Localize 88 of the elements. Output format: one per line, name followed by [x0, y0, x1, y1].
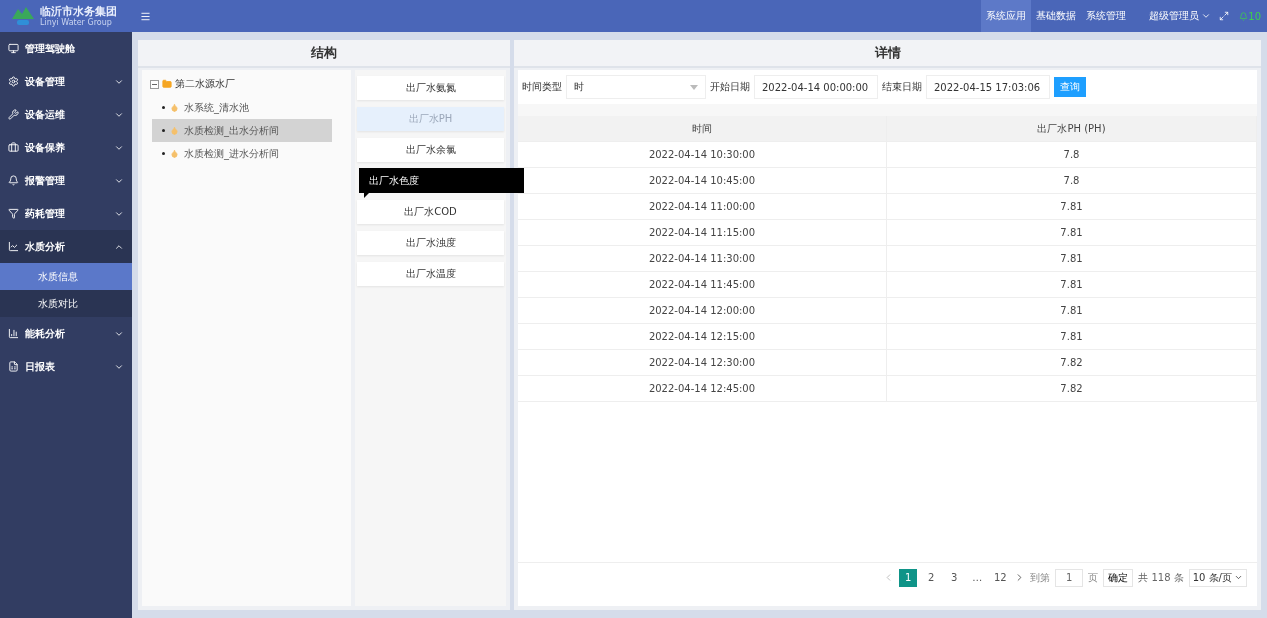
- nav-tab[interactable]: 基础数据: [1031, 0, 1082, 32]
- table-cell: 2022-04-14 12:30:00: [518, 350, 887, 375]
- user-menu[interactable]: 超级管理员: [1149, 9, 1212, 23]
- fullscreen-icon[interactable]: [1219, 11, 1230, 21]
- bar-chart-icon: [8, 328, 19, 339]
- time-type-select[interactable]: 时: [566, 75, 706, 99]
- table-cell: 2022-04-14 11:15:00: [518, 220, 887, 245]
- tree-item[interactable]: 水系统_清水池: [152, 96, 332, 119]
- gear-icon: [8, 76, 19, 87]
- table-cell: 2022-04-14 11:00:00: [518, 194, 887, 219]
- page-button[interactable]: 1: [899, 568, 918, 587]
- nav-tab[interactable]: 系统应用: [981, 0, 1032, 32]
- bell-icon: [8, 175, 19, 186]
- table-cell: 2022-04-14 12:00:00: [518, 298, 887, 323]
- collapse-icon[interactable]: [150, 79, 159, 89]
- page-button[interactable]: 3: [945, 568, 964, 587]
- sidebar-item[interactable]: 报警管理: [0, 164, 132, 197]
- sidebar-item[interactable]: 设备管理: [0, 65, 132, 98]
- page-unit: 页: [1088, 570, 1099, 585]
- tree-item[interactable]: 水质检测_进水分析间: [152, 142, 332, 165]
- column-header: 出厂水PH (PH): [887, 116, 1257, 141]
- sidebar-subitem[interactable]: 水质信息: [0, 263, 132, 290]
- page-button[interactable]: 2: [922, 568, 941, 587]
- table-cell: 7.82: [887, 376, 1257, 401]
- column-header: 时间: [518, 116, 887, 141]
- metric-button[interactable]: 出厂水氨氮: [357, 76, 504, 100]
- table-cell: 7.8: [887, 142, 1257, 167]
- logo-icon: [10, 5, 36, 27]
- total-count: 共 118 条: [1138, 570, 1184, 585]
- field-label: 结束日期: [882, 80, 922, 94]
- sidebar-item[interactable]: 设备保养: [0, 131, 132, 164]
- table-cell: 7.81: [887, 194, 1257, 219]
- tree-item[interactable]: 水质检测_出水分析间: [152, 119, 332, 142]
- table-cell: 7.8: [887, 168, 1257, 193]
- panel-title: 详情: [514, 40, 1261, 68]
- table-cell: 7.81: [887, 298, 1257, 323]
- panel-title: 结构: [138, 40, 510, 68]
- line-chart-icon: [8, 241, 19, 252]
- confirm-button[interactable]: 确定: [1103, 568, 1134, 587]
- table-cell: 7.81: [887, 272, 1257, 297]
- field-label: 开始日期: [710, 80, 750, 94]
- tree-node[interactable]: 第二水源水厂: [175, 77, 235, 91]
- table-cell: 7.81: [887, 246, 1257, 271]
- page-button[interactable]: 12: [991, 568, 1010, 587]
- menu-icon[interactable]: [140, 10, 151, 22]
- droplet-icon: [170, 149, 179, 158]
- briefcase-icon: [8, 142, 19, 153]
- droplet-icon: [170, 126, 179, 135]
- table-cell: 2022-04-14 12:15:00: [518, 324, 887, 349]
- start-date-field[interactable]: 2022-04-14 00:00:00: [754, 75, 878, 99]
- metric-button[interactable]: 出厂水余氯: [357, 138, 504, 162]
- table-cell: 2022-04-14 11:30:00: [518, 246, 887, 271]
- droplet-icon: [170, 103, 179, 112]
- page-input[interactable]: 1: [1055, 568, 1084, 587]
- caret-icon: [690, 84, 698, 90]
- end-date-field[interactable]: 2022-04-15 17:03:06: [926, 75, 1050, 99]
- field-label: 时间类型: [522, 80, 562, 94]
- table-cell: 2022-04-14 11:45:00: [518, 272, 887, 297]
- table-cell: 7.81: [887, 324, 1257, 349]
- page-button[interactable]: …: [968, 568, 987, 587]
- sidebar-item[interactable]: 管理驾驶舱: [0, 32, 132, 65]
- caret-icon: [1201, 11, 1212, 21]
- table-cell: 2022-04-14 10:30:00: [518, 142, 887, 167]
- goto-label: 到第: [1030, 570, 1051, 585]
- filter-icon: [8, 208, 19, 219]
- metric-button[interactable]: 出厂水温度: [357, 262, 504, 286]
- sidebar-item[interactable]: 水质分析: [0, 230, 132, 263]
- bell-icon: [1239, 11, 1249, 21]
- table-cell: 7.82: [887, 350, 1257, 375]
- monitor-icon: [8, 43, 19, 54]
- page-size-select[interactable]: 10 条/页: [1188, 568, 1247, 587]
- nav-tab[interactable]: 系统管理: [1081, 0, 1132, 32]
- logo-subtitle: Linyi Water Group: [40, 17, 113, 27]
- caret-icon: [1234, 573, 1243, 582]
- sidebar-item[interactable]: 药耗管理: [0, 197, 132, 230]
- sidebar-item[interactable]: 能耗分析: [0, 317, 132, 350]
- table-cell: 7.81: [887, 220, 1257, 245]
- metric-button[interactable]: 出厂水浊度: [357, 231, 504, 255]
- wrench-icon: [8, 109, 19, 120]
- tooltip: 出厂水色度: [359, 168, 524, 198]
- sidebar-item[interactable]: 日报表: [0, 350, 132, 383]
- document-icon: [8, 361, 19, 372]
- metric-button[interactable]: 出厂水COD: [357, 200, 504, 224]
- logo-title: 临沂市水务集团: [40, 5, 117, 18]
- sidebar-subitem[interactable]: 水质对比: [0, 290, 132, 317]
- folder-icon: [162, 79, 172, 89]
- table-cell: 2022-04-14 12:45:00: [518, 376, 887, 401]
- sidebar-item[interactable]: 设备运维: [0, 98, 132, 131]
